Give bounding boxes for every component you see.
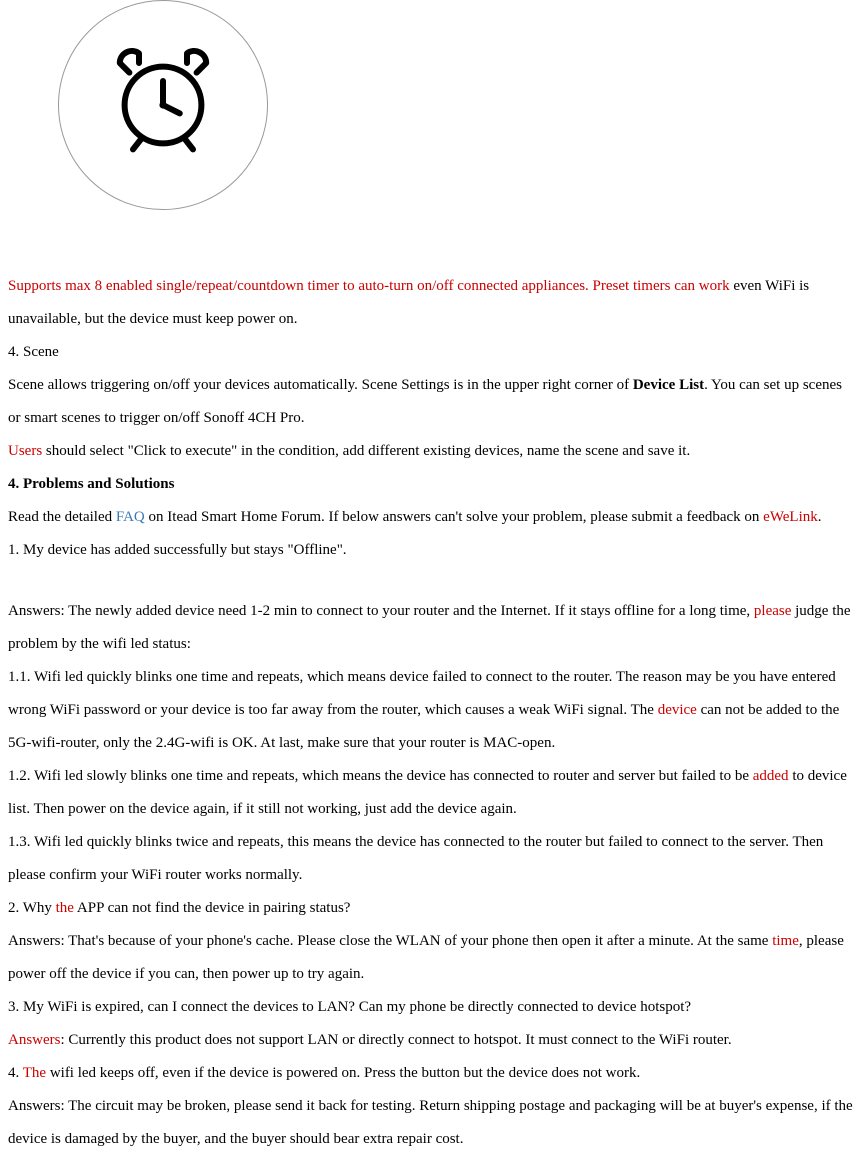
q1-answer-intro: Answers: The newly added device need 1-2… [8, 595, 858, 661]
q2-the-red: the [56, 900, 74, 916]
read-c: . [818, 509, 822, 525]
q2-answer: Answers: That's because of your phone's … [8, 925, 858, 991]
q1-3: 1.3. Wifi led quickly blinks twice and r… [8, 826, 858, 892]
scene-description: Scene allows triggering on/off your devi… [8, 369, 858, 435]
q4-answer: Answers: The circuit may be broken, plea… [8, 1090, 858, 1156]
added-red: added [753, 768, 789, 784]
q1-question: 1. My device has added successfully but … [8, 534, 858, 567]
read-faq-paragraph: Read the detailed FAQ on Itead Smart Hom… [8, 501, 858, 534]
time-red: time [772, 933, 799, 949]
q3-ans-b: : Currently this product does not suppor… [61, 1032, 732, 1048]
q4-b: wifi led keeps off, even if the device i… [46, 1065, 640, 1081]
clock-circle [58, 0, 268, 210]
q2-b: APP can not find the device in pairing s… [74, 900, 350, 916]
ewelink-red: eWeLink [763, 509, 818, 525]
spacer [8, 567, 858, 595]
answers-red: Answers [8, 1032, 61, 1048]
q4-question: 4. The wifi led keeps off, even if the d… [8, 1057, 858, 1090]
q1-2: 1.2. Wifi led slowly blinks one time and… [8, 760, 858, 826]
q2-ans-a: Answers: That's because of your phone's … [8, 933, 772, 949]
users-red: Users [8, 443, 42, 459]
supports-paragraph: Supports max 8 enabled single/repeat/cou… [8, 270, 858, 336]
q1-1: 1.1. Wifi led quickly blinks one time an… [8, 661, 858, 760]
users-paragraph: Users should select "Click to execute" i… [8, 435, 858, 468]
document-content: Supports max 8 enabled single/repeat/cou… [8, 270, 858, 1166]
alarm-clock-icon [103, 39, 223, 172]
q4-the-red: The [23, 1065, 46, 1081]
supports-red-text: Supports max 8 enabled single/repeat/cou… [8, 278, 730, 294]
please-red: please [754, 603, 791, 619]
q4-a: 4. [8, 1065, 23, 1081]
device-red: device [658, 702, 697, 718]
q1-ans-a: Answers: The newly added device need 1-2… [8, 603, 754, 619]
scene-text-a: Scene allows triggering on/off your devi… [8, 377, 633, 393]
users-tail: should select "Click to execute" in the … [42, 443, 690, 459]
q12-a: 1.2. Wifi led slowly blinks one time and… [8, 768, 753, 784]
q3-question: 3. My WiFi is expired, can I connect the… [8, 991, 858, 1024]
q2-a: 2. Why [8, 900, 56, 916]
faq-link[interactable]: FAQ [116, 509, 145, 525]
device-list-bold: Device List [633, 377, 704, 393]
problems-heading: 4. Problems and Solutions [8, 468, 858, 501]
read-b: on Itead Smart Home Forum. If below answ… [145, 509, 763, 525]
read-a: Read the detailed [8, 509, 116, 525]
scene-heading: 4. Scene [8, 336, 858, 369]
clock-image-container [58, 0, 858, 210]
q2-question: 2. Why the APP can not find the device i… [8, 892, 858, 925]
q3-answer: Answers: Currently this product does not… [8, 1024, 858, 1057]
